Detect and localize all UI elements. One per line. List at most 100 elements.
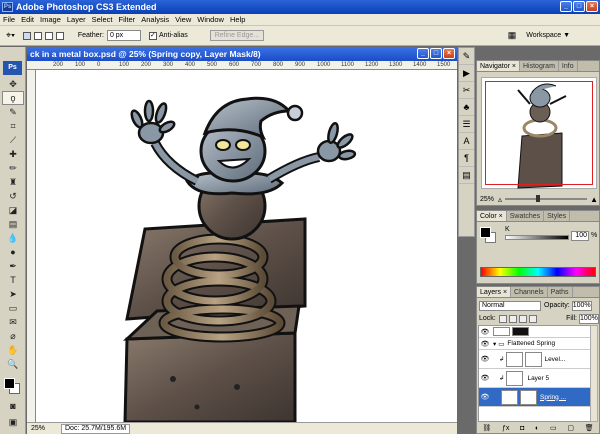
brush-tool-icon[interactable]: ✏ bbox=[2, 161, 24, 175]
tab-swatches[interactable]: Swatches bbox=[507, 211, 545, 221]
layer-row[interactable]: 👁 bbox=[479, 326, 590, 338]
layers-scrollbar[interactable] bbox=[590, 325, 598, 422]
menu-filter[interactable]: Filter bbox=[116, 15, 139, 24]
tab-paths[interactable]: Paths bbox=[548, 287, 573, 297]
visibility-eye-icon[interactable]: 👁 bbox=[479, 328, 491, 336]
refine-edge-button[interactable]: Refine Edge... bbox=[209, 30, 265, 41]
character-panel-icon[interactable]: A bbox=[459, 133, 474, 150]
group-expand-icon[interactable]: ▾ bbox=[493, 340, 496, 348]
menu-analysis[interactable]: Analysis bbox=[138, 15, 172, 24]
quick-selection-icon[interactable]: ✎ bbox=[2, 105, 24, 119]
navigator-zoom-slider[interactable] bbox=[505, 195, 588, 202]
menu-help[interactable]: Help bbox=[227, 15, 248, 24]
selection-mode-icons[interactable] bbox=[22, 31, 66, 40]
layer-row-selected[interactable]: 👁 Spring ... bbox=[479, 388, 590, 407]
lasso-tool-icon[interactable]: ϙ bbox=[2, 91, 24, 105]
doc-size-info[interactable]: Doc: 25.7M/195.6M bbox=[61, 423, 131, 434]
tab-layers[interactable]: Layers × bbox=[477, 287, 512, 297]
menu-layer[interactable]: Layer bbox=[64, 15, 89, 24]
history-panel-icon[interactable]: ☰ bbox=[459, 116, 474, 133]
visibility-eye-icon[interactable]: 👁 bbox=[479, 340, 491, 348]
navigator-zoom-value[interactable]: 25% bbox=[480, 196, 498, 203]
clone-stamp-icon[interactable]: ♜ bbox=[2, 175, 24, 189]
maximize-button[interactable]: □ bbox=[573, 1, 585, 12]
history-brush-icon[interactable]: ↺ bbox=[2, 189, 24, 203]
tab-styles[interactable]: Styles bbox=[544, 211, 571, 221]
dodge-tool-icon[interactable]: ● bbox=[2, 245, 24, 259]
add-mask-icon[interactable]: ◘ bbox=[520, 425, 524, 432]
subtract-selection-icon[interactable] bbox=[44, 31, 53, 40]
lock-position-icon[interactable] bbox=[518, 314, 527, 323]
menu-file[interactable]: File bbox=[0, 15, 18, 24]
new-group-icon[interactable]: ▭ bbox=[550, 424, 557, 432]
tab-info[interactable]: Info bbox=[559, 61, 578, 71]
layer-comps-icon[interactable]: ▤ bbox=[459, 167, 474, 184]
clone-source-icon[interactable]: ♣ bbox=[459, 99, 474, 116]
minimize-button[interactable]: _ bbox=[560, 1, 572, 12]
lasso-tool-preset-icon[interactable]: ⌖▾ bbox=[6, 30, 15, 41]
navigator-view-box[interactable] bbox=[485, 81, 593, 185]
visibility-eye-icon[interactable]: 👁 bbox=[479, 355, 491, 363]
doc-close-button[interactable]: × bbox=[443, 48, 455, 59]
foreground-color-swatch[interactable] bbox=[4, 378, 15, 389]
doc-zoom-value[interactable]: 25% bbox=[27, 425, 61, 432]
blend-mode-select[interactable]: Normal bbox=[479, 300, 541, 311]
link-layers-icon[interactable]: ⛓ bbox=[482, 424, 491, 432]
hand-tool-icon[interactable]: ✋ bbox=[2, 343, 24, 357]
zoom-tool-icon[interactable]: 🔍 bbox=[2, 357, 24, 371]
opacity-input[interactable]: 100% bbox=[571, 300, 592, 311]
actions-panel-icon[interactable]: ▶ bbox=[459, 65, 474, 82]
add-selection-icon[interactable] bbox=[33, 31, 42, 40]
eyedropper-icon[interactable]: ⌀ bbox=[2, 329, 24, 343]
feather-input[interactable]: 0 px bbox=[106, 30, 141, 41]
k-channel-slider[interactable] bbox=[505, 235, 569, 240]
gradient-tool-icon[interactable]: ▤ bbox=[2, 217, 24, 231]
color-foreground-swatch[interactable] bbox=[480, 227, 491, 238]
doc-minimize-button[interactable]: _ bbox=[417, 48, 429, 59]
menu-select[interactable]: Select bbox=[89, 15, 116, 24]
slice-tool-icon[interactable]: ⟋ bbox=[2, 133, 24, 147]
antialias-checkbox[interactable]: ✓ bbox=[148, 31, 157, 40]
quick-mask-icon[interactable]: ◙ bbox=[2, 399, 24, 413]
notes-tool-icon[interactable]: ✉ bbox=[2, 315, 24, 329]
move-tool-icon[interactable]: ✥ bbox=[2, 77, 24, 91]
blur-tool-icon[interactable]: 💧 bbox=[2, 231, 24, 245]
eraser-tool-icon[interactable]: ◪ bbox=[2, 203, 24, 217]
new-selection-icon[interactable] bbox=[22, 31, 31, 40]
artwork-canvas[interactable] bbox=[37, 71, 457, 422]
menu-image[interactable]: Image bbox=[37, 15, 64, 24]
lock-pixels-icon[interactable] bbox=[508, 314, 517, 323]
tab-color[interactable]: Color × bbox=[477, 211, 507, 221]
delete-layer-icon[interactable]: 🗑 bbox=[585, 424, 594, 432]
zoom-in-icon[interactable]: ▲ bbox=[590, 195, 598, 204]
new-layer-icon[interactable]: ▢ bbox=[567, 424, 574, 432]
tool-presets-icon[interactable]: ✂ bbox=[459, 82, 474, 99]
visibility-eye-icon[interactable]: 👁 bbox=[479, 393, 491, 401]
intersect-selection-icon[interactable] bbox=[55, 31, 64, 40]
shape-tool-icon[interactable]: ▭ bbox=[2, 301, 24, 315]
brushes-panel-icon[interactable]: ✎ bbox=[459, 48, 474, 65]
tab-channels[interactable]: Channels bbox=[511, 287, 548, 297]
type-tool-icon[interactable]: T bbox=[2, 273, 24, 287]
lock-all-icon[interactable] bbox=[528, 314, 537, 323]
path-selection-icon[interactable]: ➤ bbox=[2, 287, 24, 301]
document-title[interactable]: ck in a metal box.psd @ 25% (Spring copy… bbox=[27, 47, 457, 61]
doc-maximize-button[interactable]: □ bbox=[430, 48, 442, 59]
paragraph-panel-icon[interactable]: ¶ bbox=[459, 150, 474, 167]
adjustment-layer-icon[interactable]: ◐ bbox=[535, 425, 539, 432]
lock-transparent-icon[interactable] bbox=[498, 314, 507, 323]
layer-group-row[interactable]: 👁 ▾ ▭ Flattened Spring bbox=[479, 338, 590, 350]
pen-tool-icon[interactable]: ✒ bbox=[2, 259, 24, 273]
layer-row[interactable]: 👁 ↲ Level... bbox=[479, 350, 590, 369]
workspace-menu[interactable]: Workspace ▼ bbox=[526, 32, 570, 39]
menu-view[interactable]: View bbox=[172, 15, 194, 24]
healing-brush-icon[interactable]: ✚ bbox=[2, 147, 24, 161]
color-spectrum-bar[interactable] bbox=[480, 267, 596, 277]
layer-row[interactable]: 👁 ↲ Layer 5 bbox=[479, 369, 590, 388]
close-button[interactable]: × bbox=[586, 1, 598, 12]
fill-input[interactable]: 100% bbox=[579, 313, 599, 324]
crop-tool-icon[interactable]: ⌗ bbox=[2, 119, 24, 133]
bridge-icon[interactable]: ▦ bbox=[508, 30, 517, 41]
layer-style-icon[interactable]: ƒx bbox=[502, 425, 509, 432]
visibility-eye-icon[interactable]: 👁 bbox=[479, 374, 491, 382]
